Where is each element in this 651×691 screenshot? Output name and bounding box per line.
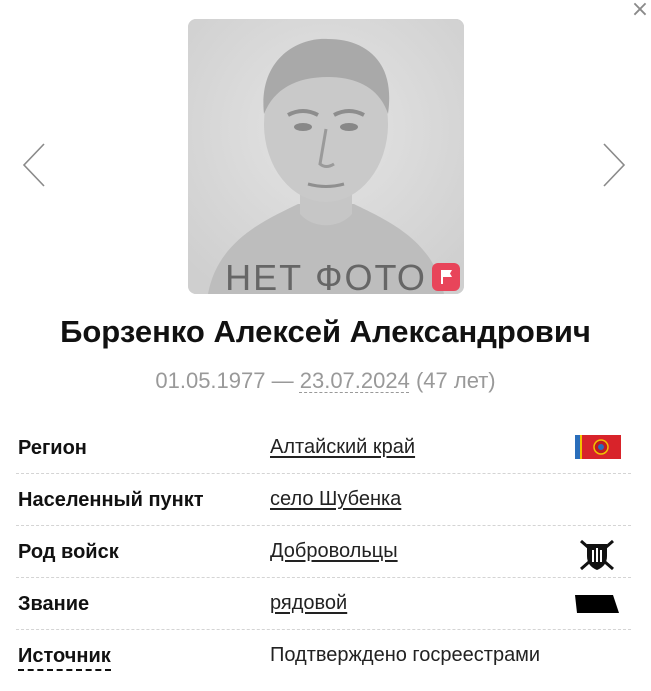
no-photo-caption: НЕТ ФОТО — [225, 257, 427, 294]
region-flag-icon — [575, 435, 621, 463]
source-label[interactable]: Источник — [18, 645, 111, 671]
previous-arrow-icon[interactable] — [20, 140, 50, 190]
person-name: Борзенко Алексей Александрович — [60, 314, 591, 349]
detail-row-region: Регион Алтайский край — [16, 422, 631, 474]
silhouette-icon — [188, 19, 464, 294]
branch-link[interactable]: Добровольцы — [270, 540, 398, 563]
detail-label: Род войск — [18, 541, 119, 563]
rank-link[interactable]: рядовой — [270, 592, 347, 615]
birth-date: 01.05.1977 — [155, 368, 266, 393]
detail-row-locality: Населенный пункт село Шубенка — [16, 474, 631, 526]
report-flag-icon[interactable] — [432, 263, 460, 291]
next-arrow-icon[interactable] — [598, 140, 628, 190]
rank-insignia-icon — [575, 594, 619, 618]
detail-label: Звание — [18, 593, 90, 615]
close-icon[interactable]: × — [629, 0, 651, 22]
date-separator: — — [271, 368, 294, 393]
volunteers-emblem-icon — [577, 538, 617, 576]
detail-label: Населенный пункт — [18, 489, 204, 511]
portrait-placeholder: НЕТ ФОТО — [188, 19, 464, 294]
source-value: Подтверждено госреестрами — [270, 644, 541, 666]
detail-row-rank: Звание рядовой — [16, 578, 631, 630]
region-link[interactable]: Алтайский край — [270, 436, 415, 459]
age: (47 лет) — [415, 368, 496, 393]
detail-row-source: Источник Подтверждено госреестрами — [16, 630, 631, 682]
death-date-link[interactable]: 23.07.2024 — [300, 368, 410, 393]
life-dates: 01.05.1977 — 23.07.2024 (47 лет) — [0, 368, 651, 394]
locality-link[interactable]: село Шубенка — [270, 488, 401, 511]
detail-label: Регион — [18, 437, 87, 459]
detail-row-branch: Род войск Добровольцы — [16, 526, 631, 578]
details-table: Регион Алтайский край Населенный пункт с… — [16, 422, 631, 682]
